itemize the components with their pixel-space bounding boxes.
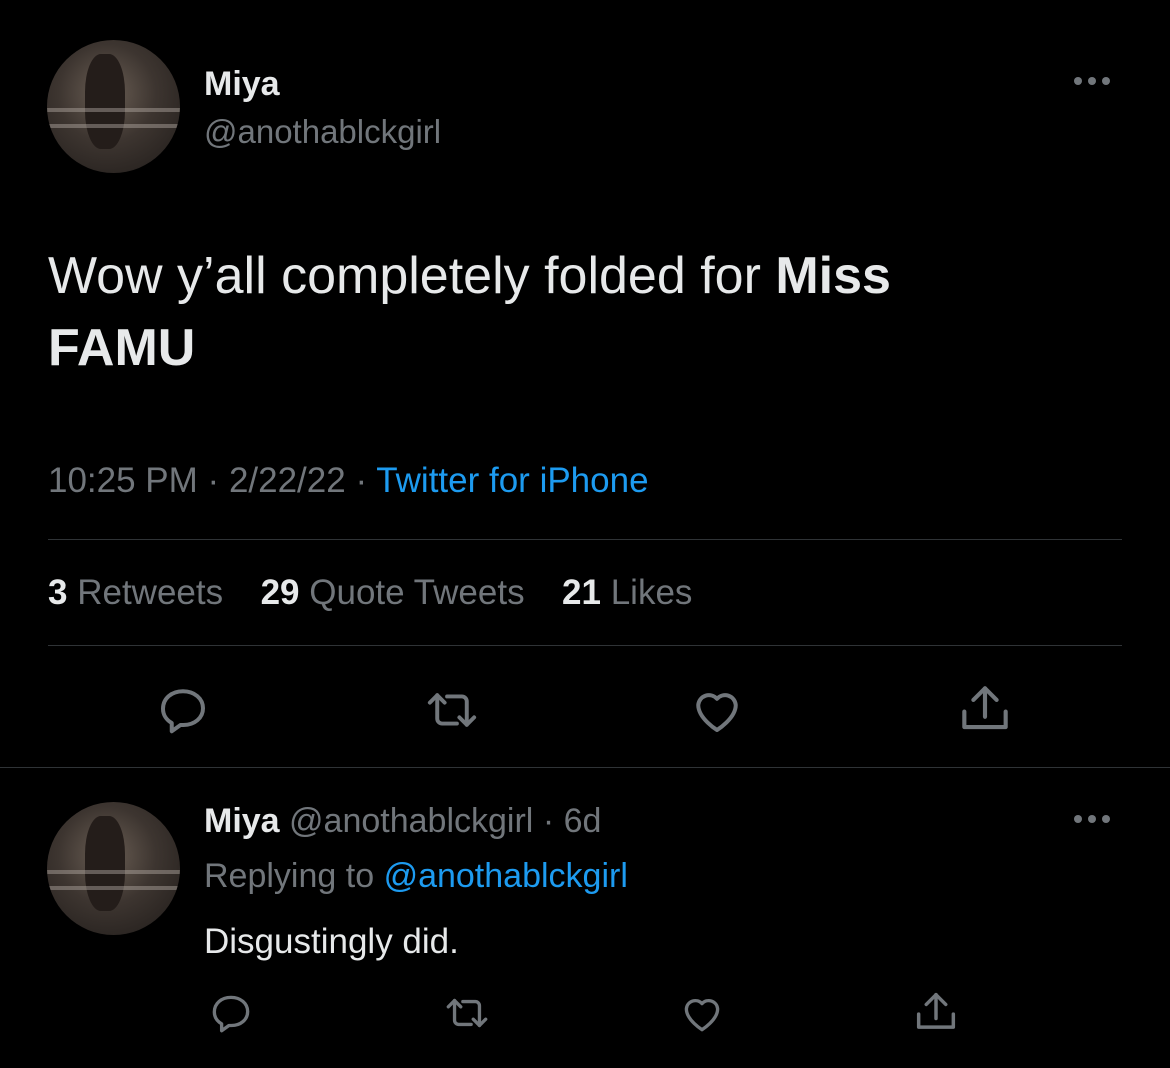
meta-separator: ·: [207, 461, 220, 500]
quote-tweets-stat[interactable]: 29 Quote Tweets: [261, 573, 525, 612]
avatar[interactable]: [47, 40, 180, 173]
replying-to: Replying to @anothablckgirl: [204, 855, 628, 897]
more-icon[interactable]: [1074, 77, 1110, 85]
divider: [48, 645, 1122, 646]
meta-separator: ·: [355, 461, 368, 500]
reply-header: Miya @anothablckgirl · 6d: [204, 800, 601, 842]
replying-to-label: Replying to: [204, 857, 375, 895]
retweet-icon[interactable]: [420, 680, 484, 740]
reply-author-handle[interactable]: @anothablckgirl: [289, 802, 533, 840]
divider: [48, 539, 1122, 540]
reply-timestamp[interactable]: 6d: [564, 802, 602, 840]
retweets-stat[interactable]: 3 Retweets: [48, 573, 223, 612]
reply-icon[interactable]: [153, 680, 213, 740]
tweet-text-plain: Wow y’all completely folded for: [48, 247, 776, 305]
tweet-meta: 10:25 PM · 2/22/22 · Twitter for iPhone: [48, 460, 649, 502]
divider: [0, 767, 1170, 768]
reply-text: Disgustingly did.: [204, 922, 459, 961]
reply-share-icon[interactable]: [910, 986, 962, 1038]
tweet-text: Wow y’all completely folded for Miss FAM…: [48, 240, 1048, 384]
tweet-source[interactable]: Twitter for iPhone: [376, 461, 648, 500]
like-icon[interactable]: [686, 680, 748, 740]
reply-like-icon[interactable]: [676, 988, 728, 1038]
reply-more-icon[interactable]: [1074, 815, 1110, 823]
replying-to-handle[interactable]: @anothablckgirl: [384, 857, 628, 895]
tweet-date: 2/22/22: [228, 461, 346, 500]
share-icon[interactable]: [954, 678, 1016, 740]
reply-avatar[interactable]: [47, 802, 180, 935]
meta-separator: ·: [542, 802, 555, 840]
tweet-stats: 3 Retweets 29 Quote Tweets 21 Likes: [48, 572, 692, 614]
author-name[interactable]: Miya: [204, 64, 280, 104]
reply-retweet-icon[interactable]: [440, 988, 494, 1038]
tweet-time: 10:25 PM: [48, 461, 198, 500]
reply-reply-icon[interactable]: [206, 988, 256, 1038]
reply-author-name[interactable]: Miya: [204, 802, 280, 840]
likes-stat[interactable]: 21 Likes: [562, 573, 692, 612]
author-handle[interactable]: @anothablckgirl: [204, 112, 441, 152]
